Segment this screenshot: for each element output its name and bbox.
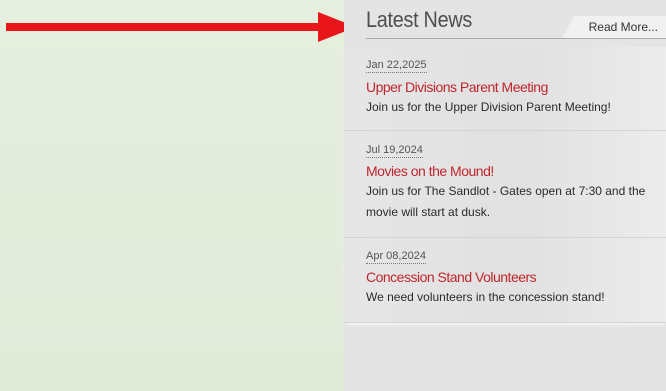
news-description: Join us for the Upper Division Parent Me…: [366, 100, 611, 114]
news-date: Apr 08,2024: [366, 250, 426, 264]
latest-news-panel: Latest News Read More... Jan 22,2025 Upp…: [344, 0, 666, 391]
news-headline-link[interactable]: Upper Divisions Parent Meeting: [366, 79, 548, 95]
news-headline-link[interactable]: Movies on the Mound!: [366, 163, 494, 179]
news-description: We need volunteers in the concession sta…: [366, 290, 605, 304]
header-divider: [366, 38, 666, 39]
news-description: Join us for The Sandlot - Gates open at …: [366, 184, 646, 219]
news-headline-link[interactable]: Concession Stand Volunteers: [366, 269, 537, 285]
news-title: Latest News: [366, 7, 472, 32]
read-more-button[interactable]: Read More...: [562, 16, 666, 38]
red-arrow-icon: [6, 12, 356, 42]
news-item: Apr 08,2024 Concession Stand Volunteers …: [344, 238, 666, 323]
left-content-area: [0, 0, 344, 391]
news-header: Latest News Read More...: [344, 0, 666, 40]
news-item: Jan 22,2025 Upper Divisions Parent Meeti…: [344, 47, 666, 131]
news-date: Jan 22,2025: [366, 59, 427, 73]
news-date: Jul 19,2024: [366, 144, 423, 158]
news-item: Jul 19,2024 Movies on the Mound! Join us…: [344, 131, 666, 238]
